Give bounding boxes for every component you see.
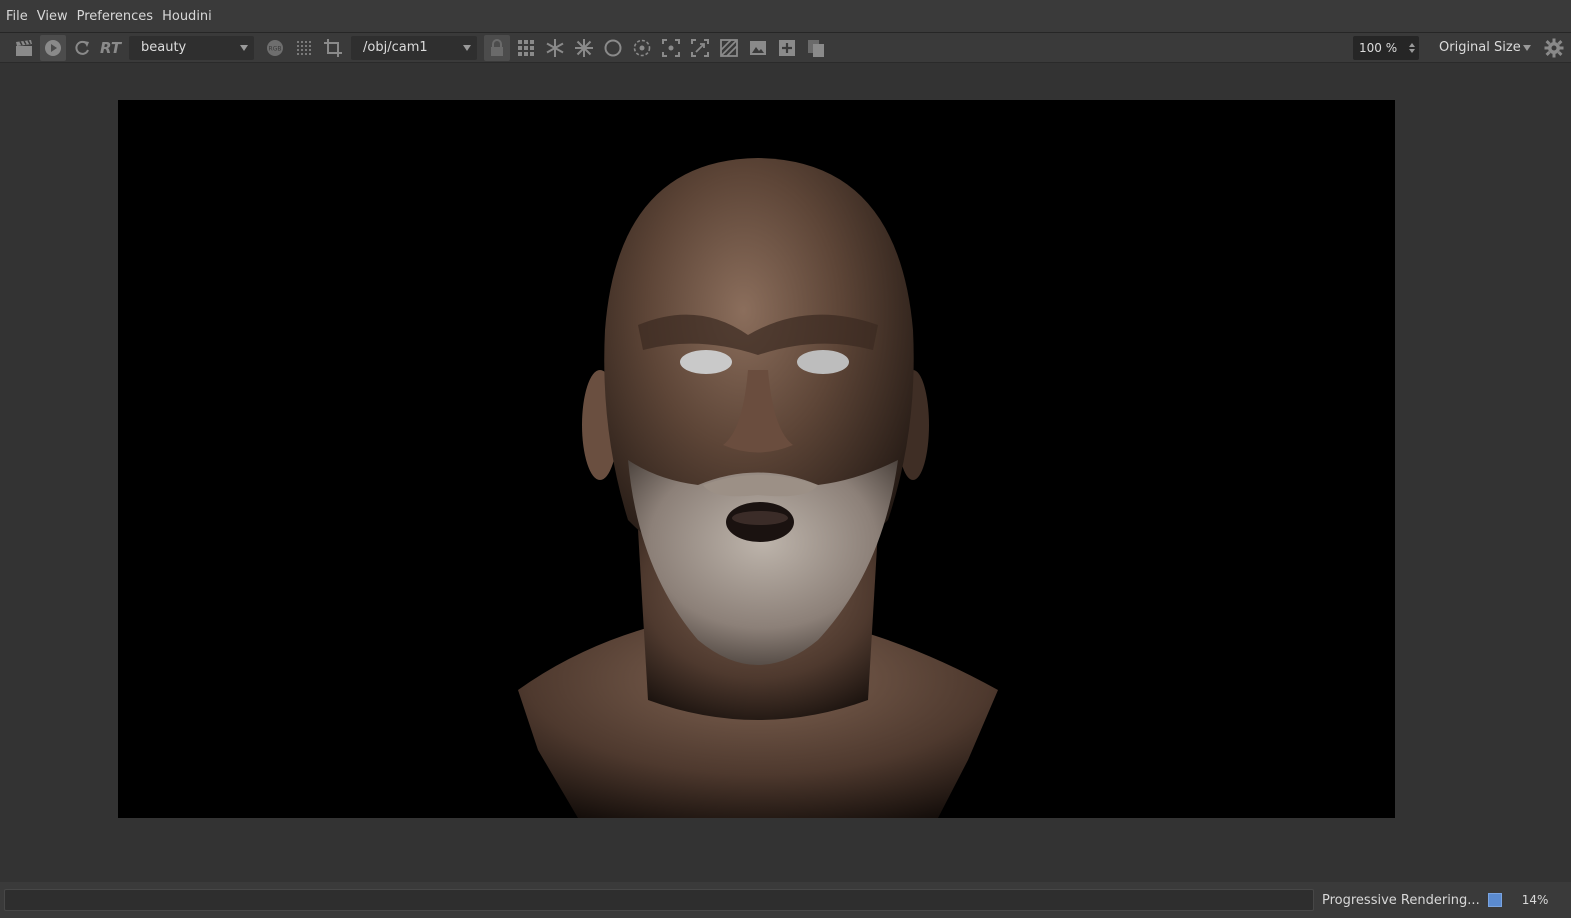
refresh-icon[interactable]: [69, 35, 95, 61]
render-viewport[interactable]: [118, 100, 1395, 818]
rgb-channel-icon[interactable]: RGB: [262, 35, 288, 61]
status-message-field: [4, 889, 1314, 911]
chevron-down-icon: [463, 44, 471, 51]
spinner-icon[interactable]: [1409, 42, 1415, 53]
snowflake-icon[interactable]: [542, 35, 568, 61]
size-mode-value: Original Size: [1439, 40, 1521, 55]
chevron-down-icon: [1523, 44, 1531, 51]
grid-dots-icon[interactable]: [291, 35, 317, 61]
circle-icon[interactable]: [600, 35, 626, 61]
render-image: [518, 158, 998, 818]
lock-icon[interactable]: [483, 34, 510, 61]
crop-icon[interactable]: [320, 35, 346, 61]
menu-bar: File View Preferences Houdini: [0, 0, 1571, 33]
grid-icon[interactable]: [513, 35, 539, 61]
hatch-icon[interactable]: [716, 35, 742, 61]
menu-view[interactable]: View: [37, 9, 68, 24]
aov-select-value: beauty: [141, 40, 187, 55]
svg-text:RGB: RGB: [268, 45, 281, 52]
rt-toggle[interactable]: RT: [98, 35, 124, 61]
render-status-text: Progressive Rendering...: [1322, 892, 1480, 908]
menu-preferences[interactable]: Preferences: [77, 9, 153, 24]
zoom-input[interactable]: 100 %: [1353, 35, 1419, 60]
render-progress-percent: 14%: [1521, 893, 1549, 907]
render-toolbar: RT beauty RGB /obj/cam1 100 % Original S…: [0, 33, 1571, 63]
camera-select[interactable]: /obj/cam1: [351, 35, 477, 60]
chevron-down-icon: [240, 44, 248, 51]
image-icon[interactable]: [745, 35, 771, 61]
status-bar: Progressive Rendering... 14%: [0, 882, 1571, 918]
render-progress-indicator: [1487, 893, 1502, 907]
snowflake-alt-icon[interactable]: [571, 35, 597, 61]
gear-icon[interactable]: [1541, 35, 1567, 61]
zoom-value: 100 %: [1359, 40, 1398, 55]
frame-target-icon[interactable]: [658, 35, 684, 61]
expand-icon[interactable]: [687, 35, 713, 61]
aov-select[interactable]: beauty: [129, 35, 254, 60]
render-play-icon[interactable]: [39, 34, 66, 61]
menu-file[interactable]: File: [6, 9, 28, 24]
size-mode-select[interactable]: Original Size: [1427, 35, 1537, 60]
camera-select-value: /obj/cam1: [363, 40, 428, 55]
copy-icon[interactable]: [803, 35, 829, 61]
menu-houdini[interactable]: Houdini: [162, 9, 212, 24]
focus-target-icon[interactable]: [629, 35, 655, 61]
clapper-icon[interactable]: [11, 35, 37, 61]
add-image-icon[interactable]: [774, 35, 800, 61]
